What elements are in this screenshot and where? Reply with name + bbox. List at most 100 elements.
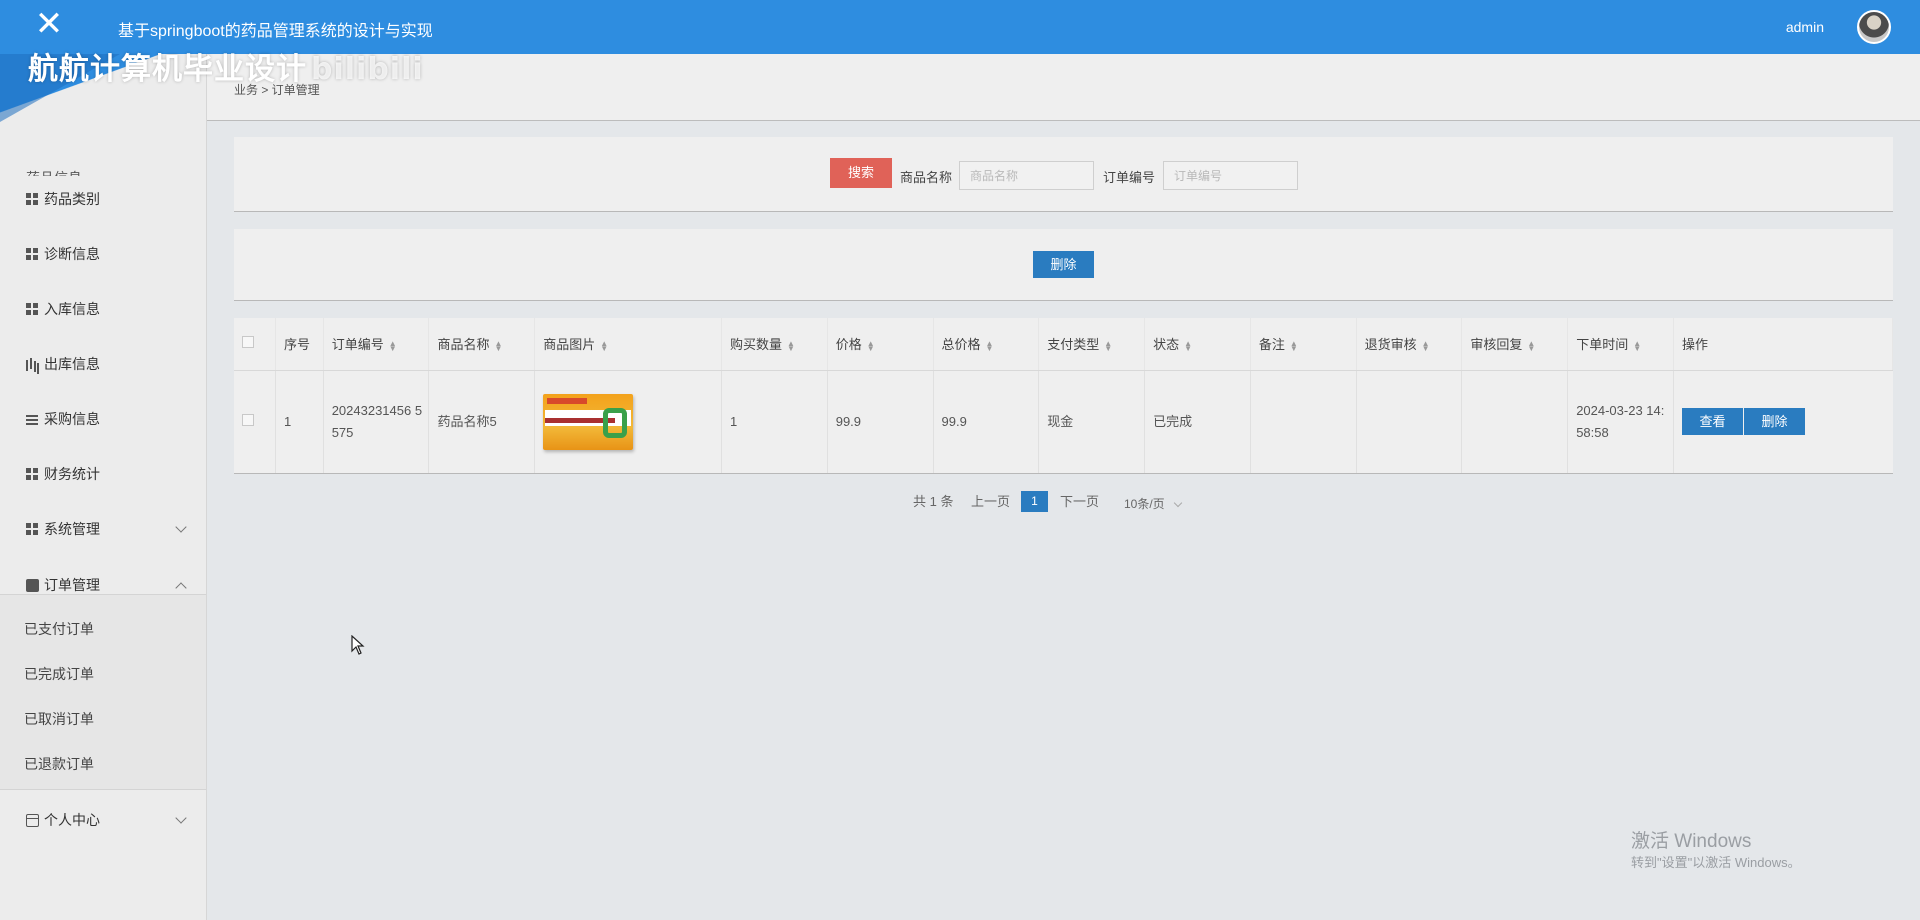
product-image bbox=[543, 393, 634, 450]
windows-activation-hint: 转到"设置"以激活 Windows。 bbox=[1631, 855, 1801, 870]
cell-price: 99.9 bbox=[827, 370, 934, 473]
batch-delete-button[interactable]: 删除 bbox=[1033, 251, 1094, 278]
bar-chart-icon bbox=[26, 358, 39, 371]
order-no-label: 订单编号 bbox=[1103, 170, 1156, 185]
view-button[interactable]: 查看 bbox=[1681, 408, 1743, 436]
cell-product: 药品名称5 bbox=[428, 370, 536, 473]
sidebar-item-diagnosis[interactable]: 诊断信息 bbox=[0, 234, 206, 274]
row-select-cell bbox=[234, 370, 276, 473]
chevron-up-icon bbox=[175, 582, 187, 594]
sidebar: 药品信息 药品类别 诊断信息 入库信息 出库信息 采购信息 财务统计 系统管理 … bbox=[0, 54, 207, 920]
list-icon bbox=[26, 413, 39, 426]
col-header-qty[interactable]: 购买数量 ▲ ▼ bbox=[721, 318, 828, 371]
cell-pay-type: 现金 bbox=[1038, 370, 1146, 473]
sidebar-item-label: 系统管理 bbox=[44, 521, 100, 537]
card-icon bbox=[26, 813, 39, 827]
submenu-item-refunded[interactable]: 已退款订单 bbox=[24, 754, 94, 774]
row-checkbox[interactable] bbox=[242, 413, 254, 426]
col-header-total[interactable]: 总价格 ▲ ▼ bbox=[933, 318, 1040, 371]
col-header-return-audit[interactable]: 退货审核 ▲ ▼ bbox=[1356, 318, 1463, 371]
sort-icon[interactable]: ▲ ▼ bbox=[986, 339, 994, 352]
cell-audit-reply bbox=[1461, 370, 1569, 473]
sidebar-item-cut[interactable]: 药品信息 bbox=[26, 168, 116, 176]
grid-icon bbox=[26, 192, 39, 206]
avatar[interactable] bbox=[1857, 10, 1891, 44]
sort-icon[interactable]: ▲ ▼ bbox=[494, 339, 502, 352]
order-icon bbox=[26, 578, 39, 592]
search-button[interactable]: 搜索 bbox=[830, 158, 892, 188]
video-watermark: 航航计算机毕业设计 bilibili bbox=[28, 52, 424, 87]
submenu-item-cancelled[interactable]: 已取消订单 bbox=[24, 709, 94, 729]
col-header-index: 序号 bbox=[275, 318, 324, 371]
order-submenu: 已支付订单 已完成订单 已取消订单 已退款订单 bbox=[0, 594, 206, 790]
product-name-input[interactable] bbox=[959, 161, 1094, 190]
sidebar-item-purchase[interactable]: 采购信息 bbox=[0, 399, 206, 439]
sort-icon[interactable]: ▲ ▼ bbox=[1104, 339, 1112, 352]
grid-icon bbox=[26, 302, 39, 316]
sort-icon[interactable]: ▲ ▼ bbox=[1184, 339, 1192, 352]
col-header-status[interactable]: 状态 ▲ ▼ bbox=[1144, 318, 1251, 371]
select-all-checkbox[interactable] bbox=[242, 336, 254, 349]
sort-icon[interactable]: ▲ ▼ bbox=[787, 339, 795, 352]
row-delete-button[interactable]: 删除 bbox=[1743, 408, 1805, 436]
sidebar-item-label: 诊断信息 bbox=[44, 246, 100, 262]
col-header-price[interactable]: 价格 ▲ ▼ bbox=[827, 318, 934, 371]
search-panel: 搜索 商品名称 订单编号 bbox=[234, 137, 1893, 212]
chevron-down-icon bbox=[175, 521, 187, 533]
orders-table-panel: 序号 订单编号 ▲ ▼ 商品名称 ▲ ▼ 商品图片 ▲ ▼ 购买数量 ▲ ▼ 价格 ▲ ▼ 总价格 ▲… bbox=[234, 318, 1894, 474]
app-title: 基于springboot的药品管理系统的设计与实现 bbox=[118, 23, 433, 40]
order-no-input[interactable] bbox=[1163, 161, 1298, 190]
pagination-prev[interactable]: 上一页 bbox=[971, 491, 1010, 510]
col-header-order-no[interactable]: 订单编号 ▲ ▼ bbox=[323, 318, 430, 371]
bilibili-logo: bilibili bbox=[311, 52, 424, 87]
sidebar-item-system[interactable]: 系统管理 bbox=[0, 509, 206, 549]
cell-image bbox=[534, 370, 722, 473]
grid-icon bbox=[26, 247, 39, 261]
sidebar-item-drug-category[interactable]: 药品类别 bbox=[0, 179, 206, 219]
submenu-item-paid[interactable]: 已支付订单 bbox=[24, 619, 94, 639]
sort-icon[interactable]: ▲ ▼ bbox=[1527, 339, 1535, 352]
sort-icon[interactable]: ▲ ▼ bbox=[867, 339, 875, 352]
cell-actions: 查看 删除 bbox=[1673, 370, 1892, 473]
sort-icon[interactable]: ▲ ▼ bbox=[1633, 339, 1641, 352]
cell-total: 99.9 bbox=[933, 370, 1040, 473]
sidebar-item-label: 出库信息 bbox=[44, 356, 100, 372]
sidebar-item-label: 订单管理 bbox=[44, 577, 100, 593]
pagination-page-1[interactable]: 1 bbox=[1021, 491, 1048, 512]
sort-icon[interactable]: ▲ ▼ bbox=[1290, 339, 1298, 352]
submenu-item-completed[interactable]: 已完成订单 bbox=[24, 664, 94, 684]
col-header-order-time[interactable]: 下单时间 ▲ ▼ bbox=[1567, 318, 1674, 371]
col-header-remark[interactable]: 备注 ▲ ▼ bbox=[1250, 318, 1357, 371]
cell-order-no: 20243231456 5575 bbox=[323, 370, 430, 473]
sidebar-item-finance[interactable]: 财务统计 bbox=[0, 454, 206, 494]
sidebar-item-label: 财务统计 bbox=[44, 466, 100, 482]
chevron-down-icon bbox=[1173, 498, 1182, 508]
cell-order-time: 2024-03-23 14:58:58 bbox=[1567, 370, 1674, 473]
sidebar-item-stock-in[interactable]: 入库信息 bbox=[0, 289, 206, 329]
col-header-product[interactable]: 商品名称 ▲ ▼ bbox=[428, 318, 536, 371]
user-name[interactable]: admin bbox=[1786, 19, 1824, 35]
sidebar-item-profile[interactable]: 个人中心 bbox=[0, 800, 206, 840]
sidebar-item-label: 采购信息 bbox=[44, 411, 100, 427]
sidebar-item-stock-out[interactable]: 出库信息 bbox=[0, 344, 206, 384]
chevron-down-icon bbox=[175, 812, 187, 824]
cell-status: 已完成 bbox=[1144, 370, 1251, 473]
sort-icon[interactable]: ▲ ▼ bbox=[600, 339, 608, 352]
sidebar-item-label: 入库信息 bbox=[44, 301, 100, 317]
page-size-select[interactable]: 10条/页 bbox=[1124, 495, 1182, 512]
action-panel: 删除 bbox=[234, 229, 1893, 301]
breadcrumb-bar: 业务 > 订单管理 bbox=[207, 54, 1920, 121]
grid-icon bbox=[26, 522, 39, 536]
col-header-image[interactable]: 商品图片 ▲ ▼ bbox=[534, 318, 722, 371]
sort-icon[interactable]: ▲ ▼ bbox=[1422, 339, 1430, 352]
pagination-next[interactable]: 下一页 bbox=[1060, 491, 1099, 510]
close-icon[interactable]: ✕ bbox=[34, 7, 64, 41]
cell-remark bbox=[1250, 370, 1357, 473]
product-name-label: 商品名称 bbox=[900, 170, 953, 185]
col-header-pay-type[interactable]: 支付类型 ▲ ▼ bbox=[1038, 318, 1146, 371]
cell-qty: 1 bbox=[721, 370, 828, 473]
col-header-actions: 操作 bbox=[1673, 318, 1894, 371]
col-header-audit-reply[interactable]: 审核回复 ▲ ▼ bbox=[1461, 318, 1569, 371]
sort-icon[interactable]: ▲ ▼ bbox=[389, 339, 397, 352]
grid-icon bbox=[26, 467, 39, 481]
